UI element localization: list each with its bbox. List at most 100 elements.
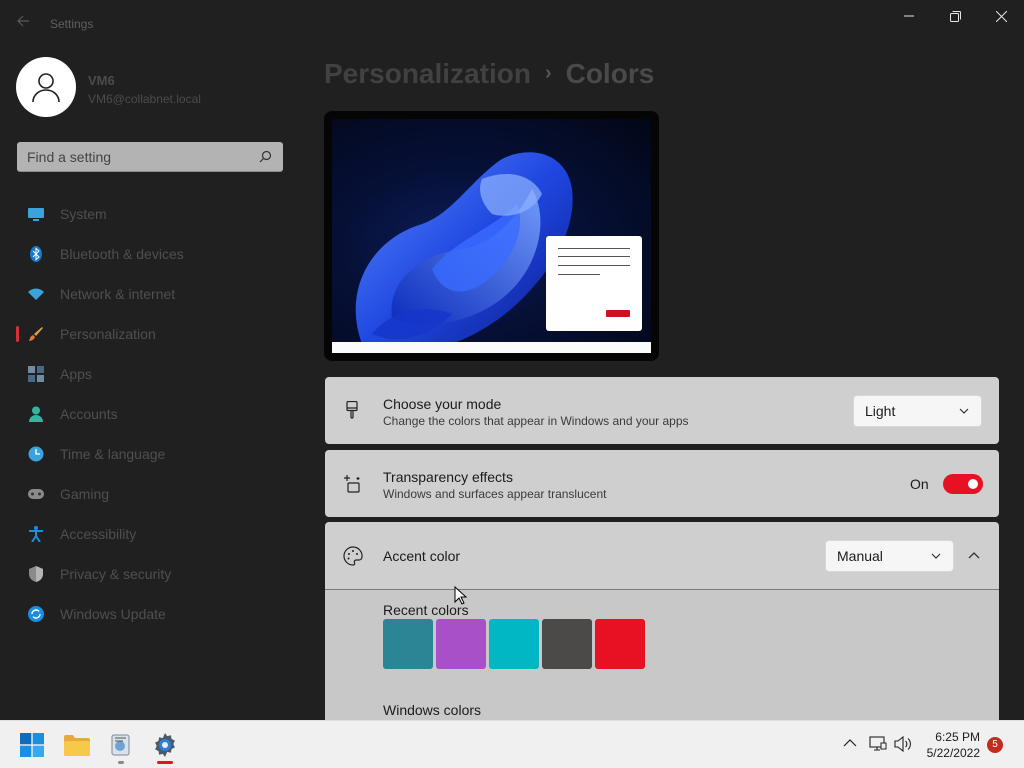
clock-time: 6:25 PM <box>935 730 980 744</box>
paintbrush-icon <box>346 401 358 419</box>
close-button[interactable] <box>978 0 1024 32</box>
sidebar-item-label: Privacy & security <box>60 566 172 582</box>
sidebar-item-label: Accessibility <box>60 526 137 542</box>
setting-title: Transparency effects <box>383 469 513 485</box>
sidebar-item-label: Time & language <box>60 446 166 462</box>
sidebar-item-label: Bluetooth & devices <box>60 246 184 262</box>
sidebar-item-privacy[interactable]: Privacy & security <box>16 554 286 594</box>
apps-icon <box>28 366 44 382</box>
sidebar-item-label: Apps <box>60 366 92 382</box>
color-swatch[interactable] <box>383 619 433 669</box>
search-input[interactable] <box>27 148 247 166</box>
preview-window <box>546 236 642 331</box>
shield-icon <box>29 566 43 582</box>
monitor-icon <box>28 208 44 221</box>
taskbar-file-explorer[interactable] <box>57 725 97 765</box>
sidebar-item-network[interactable]: Network & internet <box>16 274 286 314</box>
notification-badge[interactable]: 5 <box>987 737 1003 753</box>
gamepad-icon <box>28 489 44 499</box>
accent-color-panel: Recent colors Windows colors <box>325 589 999 720</box>
bluetooth-icon <box>30 246 42 262</box>
network-icon[interactable] <box>869 736 887 752</box>
sidebar-item-apps[interactable]: Apps <box>16 354 286 394</box>
dropdown-value: Light <box>865 403 896 419</box>
theme-preview <box>324 111 659 361</box>
color-swatch[interactable] <box>542 619 592 669</box>
sidebar-item-system[interactable]: System <box>16 194 286 234</box>
transparency-toggle[interactable] <box>943 474 983 494</box>
preview-line <box>558 274 600 275</box>
windows-colors-label: Windows colors <box>383 702 482 718</box>
sidebar-item-accessibility[interactable]: Accessibility <box>16 514 286 554</box>
clock-date: 5/22/2022 <box>926 746 980 760</box>
setting-subtitle: Change the colors that appear in Windows… <box>383 414 689 428</box>
running-indicator <box>118 761 124 764</box>
restore-icon <box>949 10 961 22</box>
mode-setting-card: Choose your mode Change the colors that … <box>325 377 999 444</box>
sidebar-item-gaming[interactable]: Gaming <box>16 474 286 514</box>
taskbar-settings[interactable] <box>145 725 185 765</box>
preview-accent-button <box>606 310 630 317</box>
sparkle-icon <box>344 475 360 493</box>
sidebar-item-label: Accounts <box>60 406 118 422</box>
sidebar-item-label: Personalization <box>60 326 156 342</box>
color-swatch[interactable] <box>436 619 486 669</box>
settings-icon <box>155 733 175 757</box>
breadcrumb-separator: › <box>544 62 552 84</box>
sidebar-item-bluetooth[interactable]: Bluetooth & devices <box>16 234 286 274</box>
setting-subtitle: Windows and surfaces appear translucent <box>383 487 607 501</box>
accent-setting-card[interactable]: Accent color Manual <box>325 522 999 589</box>
dropdown-value: Manual <box>837 548 883 564</box>
sidebar-item-accounts[interactable]: Accounts <box>16 394 286 434</box>
volume-icon[interactable] <box>894 736 912 752</box>
search-icon[interactable] <box>259 150 272 163</box>
active-indicator <box>157 761 173 764</box>
sidebar-item-label: Network & internet <box>60 286 176 302</box>
mouse-cursor-icon <box>454 586 468 605</box>
wifi-icon <box>28 288 44 300</box>
chevron-down-icon <box>959 408 969 414</box>
chevron-up-icon[interactable] <box>968 551 980 559</box>
sidebar-item-windows-update[interactable]: Windows Update <box>16 594 286 634</box>
clock-globe-icon <box>28 446 44 462</box>
palette-icon <box>343 546 363 566</box>
start-icon <box>20 733 44 757</box>
taskbar-utility-app[interactable] <box>101 725 141 765</box>
setting-title: Accent color <box>383 548 461 564</box>
avatar[interactable] <box>16 57 76 117</box>
restore-button[interactable] <box>932 0 978 32</box>
breadcrumb-parent[interactable]: Personalization <box>324 58 531 89</box>
file-explorer-icon <box>64 735 90 756</box>
color-swatch[interactable] <box>595 619 645 669</box>
back-arrow-icon[interactable] <box>16 14 30 28</box>
chevron-up-icon[interactable] <box>843 739 857 747</box>
app-title: Settings <box>50 17 94 31</box>
sidebar-item-time-language[interactable]: Time & language <box>16 434 286 474</box>
accent-dropdown[interactable]: Manual <box>825 540 954 572</box>
chevron-down-icon <box>931 553 941 559</box>
person-icon <box>32 73 60 103</box>
color-swatch[interactable] <box>489 619 539 669</box>
mode-dropdown[interactable]: Light <box>853 395 982 427</box>
setting-title: Choose your mode <box>383 396 502 412</box>
title-bar: Settings <box>0 0 1024 40</box>
user-name: VM6 <box>88 73 115 88</box>
search-box[interactable] <box>17 142 283 172</box>
close-icon <box>995 10 1007 22</box>
toggle-state-label: On <box>910 476 929 492</box>
minimize-button[interactable] <box>886 0 932 32</box>
taskbar: 6:25 PM 5/22/2022 5 <box>0 720 1024 768</box>
transparency-setting-card: Transparency effects Windows and surface… <box>325 450 999 517</box>
selection-indicator <box>16 326 19 342</box>
brush-icon <box>29 327 43 341</box>
start-button[interactable] <box>12 725 52 765</box>
sidebar-item-label: System <box>60 206 107 222</box>
preview-line <box>558 248 630 249</box>
taskbar-clock[interactable]: 6:25 PM 5/22/2022 <box>927 729 980 761</box>
person-icon <box>29 406 43 422</box>
preview-line <box>558 256 630 257</box>
preview-taskbar <box>332 342 651 353</box>
sidebar-item-personalization[interactable]: Personalization <box>16 314 286 354</box>
update-icon <box>28 606 44 622</box>
sidebar-item-label: Gaming <box>60 486 110 502</box>
